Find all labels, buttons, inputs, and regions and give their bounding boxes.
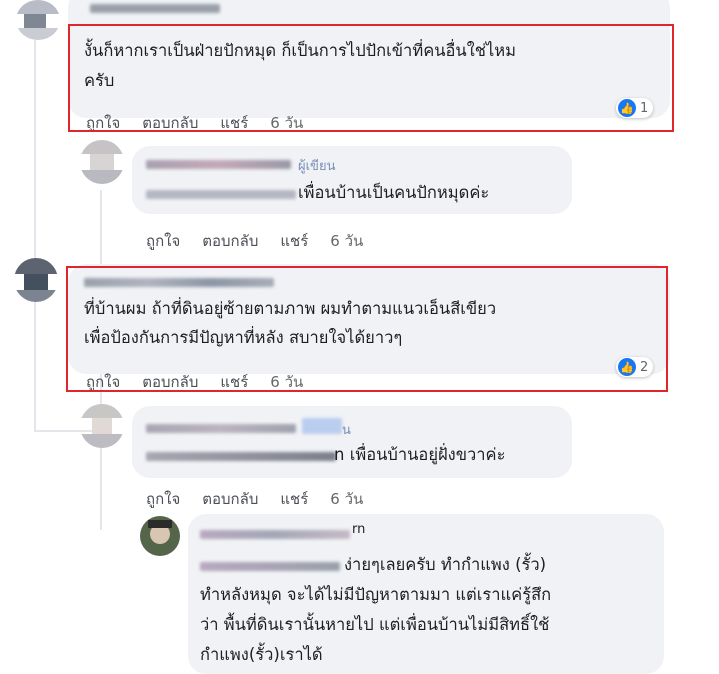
reply-link[interactable]: ตอบกลับ bbox=[202, 232, 258, 250]
comment-text-line: กำแพง(รั้ว)เราได้ bbox=[200, 645, 323, 664]
comment-text-line: ว่า พื้นที่ดินเรานั้นหายไป แต่เพื่อนบ้าน… bbox=[200, 615, 550, 634]
highlight-box bbox=[66, 266, 668, 392]
author-name-blurred[interactable] bbox=[90, 4, 220, 13]
like-link[interactable]: ถูกใจ bbox=[146, 490, 180, 508]
comment-text-line: n เพื่อนบ้านอยู่ฝั่งขวาค่ะ bbox=[334, 445, 506, 464]
author-name-blurred[interactable] bbox=[200, 530, 350, 539]
highlight-box bbox=[68, 24, 674, 132]
comment-text-line: เพื่อนบ้านเป็นคนปักหมุดค่ะ bbox=[298, 183, 490, 202]
author-name-fragment: rn bbox=[352, 522, 366, 537]
avatar[interactable] bbox=[16, 0, 60, 40]
share-link[interactable]: แชร์ bbox=[280, 232, 308, 250]
thread-line bbox=[34, 40, 36, 430]
comment-actions: ถูกใจ ตอบกลับ แชร์ 6 วัน bbox=[146, 487, 385, 511]
author-name-blurred[interactable] bbox=[302, 418, 342, 434]
avatar[interactable] bbox=[80, 140, 124, 184]
avatar[interactable] bbox=[80, 404, 124, 448]
blurred-text bbox=[200, 562, 340, 571]
reply-link[interactable]: ตอบกลับ bbox=[202, 490, 258, 508]
author-name-fragment: น bbox=[342, 423, 351, 438]
share-link[interactable]: แชร์ bbox=[280, 490, 308, 508]
avatar[interactable] bbox=[140, 516, 180, 556]
timestamp[interactable]: 6 วัน bbox=[330, 232, 363, 250]
like-link[interactable]: ถูกใจ bbox=[146, 232, 180, 250]
avatar[interactable] bbox=[14, 258, 58, 302]
author-name-blurred[interactable] bbox=[146, 424, 296, 433]
author-badge: ผู้เขียน bbox=[298, 159, 336, 174]
blurred-text bbox=[146, 190, 296, 199]
comment-text-line: ง่ายๆเลยครับ ทำกำแพง (รั้ว) bbox=[344, 555, 547, 574]
timestamp[interactable]: 6 วัน bbox=[330, 490, 363, 508]
comment-text-line: ทำหลังหมุด จะได้ไม่มีปัญหาตามมา แต่เราแค… bbox=[200, 585, 552, 604]
author-name-blurred[interactable] bbox=[146, 160, 291, 169]
comment-actions: ถูกใจ ตอบกลับ แชร์ 6 วัน bbox=[146, 229, 385, 253]
blurred-text bbox=[146, 452, 336, 461]
